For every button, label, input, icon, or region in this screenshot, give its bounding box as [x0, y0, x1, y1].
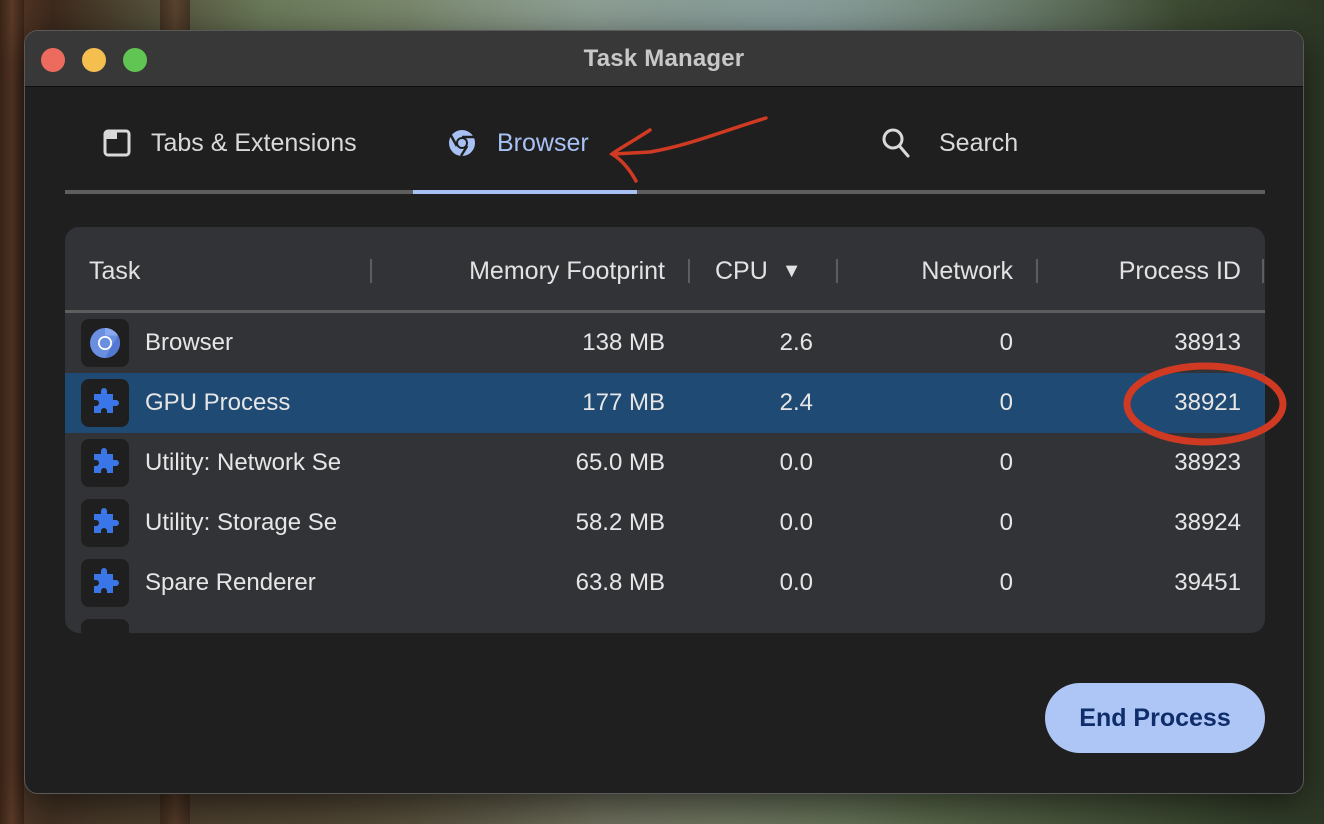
table-row[interactable]: Browser 138 MB 2.6 0 38913 — [65, 313, 1265, 373]
tab-track — [65, 190, 1265, 194]
column-header-cpu-label: CPU — [715, 257, 768, 285]
tab-label: Tabs & Extensions — [151, 128, 357, 157]
table-header: Task Memory Footprint CPU ▼ Network Proc… — [65, 227, 1265, 313]
column-resize-handle[interactable] — [1262, 259, 1264, 283]
active-tab-indicator — [413, 190, 637, 194]
tab-label: Browser — [497, 128, 589, 157]
chromium-icon — [90, 328, 121, 358]
column-header-memory[interactable]: Memory Footprint — [469, 257, 665, 286]
row-icon — [81, 559, 129, 607]
sort-descending-icon: ▼ — [781, 260, 802, 282]
column-resize-handle[interactable] — [1036, 259, 1038, 283]
column-resize-handle[interactable] — [688, 259, 690, 283]
network-value: 0 — [999, 329, 1013, 356]
search-icon — [882, 128, 910, 158]
process-id-value: 38923 — [1174, 449, 1241, 476]
search-placeholder: Search — [939, 128, 1019, 157]
memory-value: 177 MB — [582, 389, 665, 416]
process-id-value: 38913 — [1174, 329, 1241, 356]
close-window-button[interactable] — [41, 48, 65, 72]
task-name: Spare Renderer — [145, 569, 316, 596]
process-id-value: 38924 — [1174, 509, 1241, 536]
network-value: 0 — [999, 449, 1013, 476]
maximize-window-button[interactable] — [123, 48, 147, 72]
chrome-icon — [449, 130, 475, 157]
table-row-partial[interactable] — [65, 613, 1265, 633]
cpu-value: 0.0 — [779, 569, 813, 596]
task-name: GPU Process — [145, 389, 291, 416]
minimize-window-button[interactable] — [82, 48, 106, 72]
puzzle-icon — [94, 388, 119, 413]
title-bar: Task Manager — [25, 31, 1303, 87]
memory-value: 58.2 MB — [575, 509, 665, 536]
window-controls — [41, 48, 147, 72]
column-resize-handle[interactable] — [836, 259, 838, 283]
row-icon — [81, 499, 129, 547]
process-id-value: 38921 — [1174, 389, 1241, 416]
table-body: Browser 138 MB 2.6 0 38913 GPU Process 177 MB 2… — [65, 313, 1265, 613]
cpu-value: 2.4 — [779, 389, 813, 416]
table-row[interactable]: GPU Process 177 MB 2.4 0 38921 — [65, 373, 1265, 433]
network-value: 0 — [999, 509, 1013, 536]
network-value: 0 — [999, 389, 1013, 416]
background-tree-trunk — [0, 0, 24, 824]
tab-bar: Tabs & Extensions Browser Search — [65, 87, 1265, 194]
puzzle-icon — [94, 508, 119, 533]
window-title: Task Manager — [583, 44, 745, 72]
row-icon — [81, 319, 129, 367]
cpu-value: 2.6 — [779, 329, 813, 356]
memory-value: 63.8 MB — [575, 569, 665, 596]
task-name: Utility: Storage Se — [145, 509, 338, 536]
memory-value: 138 MB — [582, 329, 665, 356]
search-box[interactable]: Search — [881, 123, 1018, 163]
end-process-button[interactable]: End Process — [1045, 683, 1265, 753]
puzzle-icon — [94, 448, 119, 473]
tab-browser[interactable]: Browser — [447, 123, 589, 163]
puzzle-icon — [94, 568, 119, 593]
column-header-task[interactable]: Task — [89, 257, 140, 286]
row-icon — [81, 379, 129, 427]
task-name: Browser — [145, 329, 234, 356]
column-header-cpu[interactable]: CPU ▼ — [715, 257, 802, 286]
process-table: Task Memory Footprint CPU ▼ Network Proc… — [65, 227, 1265, 633]
process-id-value: 39451 — [1174, 569, 1241, 596]
row-icon-partial — [81, 619, 129, 633]
task-manager-window: Task Manager Tabs & Extensions Browser S… — [24, 30, 1304, 794]
tab-window-icon — [103, 129, 131, 157]
row-icon — [81, 439, 129, 487]
cpu-value: 0.0 — [779, 449, 813, 476]
table-row[interactable]: Utility: Network Se 65.0 MB 0.0 0 38923 — [65, 433, 1265, 493]
table-row[interactable]: Utility: Storage Se 58.2 MB 0.0 0 38924 — [65, 493, 1265, 553]
column-header-network[interactable]: Network — [921, 257, 1013, 286]
task-name: Utility: Network Se — [145, 449, 342, 476]
table-row[interactable]: Spare Renderer 63.8 MB 0.0 0 39451 — [65, 553, 1265, 613]
column-header-pid[interactable]: Process ID — [1119, 257, 1241, 286]
memory-value: 65.0 MB — [575, 449, 665, 476]
cpu-value: 0.0 — [779, 509, 813, 536]
tab-tabs-extensions[interactable]: Tabs & Extensions — [103, 123, 357, 163]
column-resize-handle[interactable] — [370, 259, 372, 283]
network-value: 0 — [999, 569, 1013, 596]
